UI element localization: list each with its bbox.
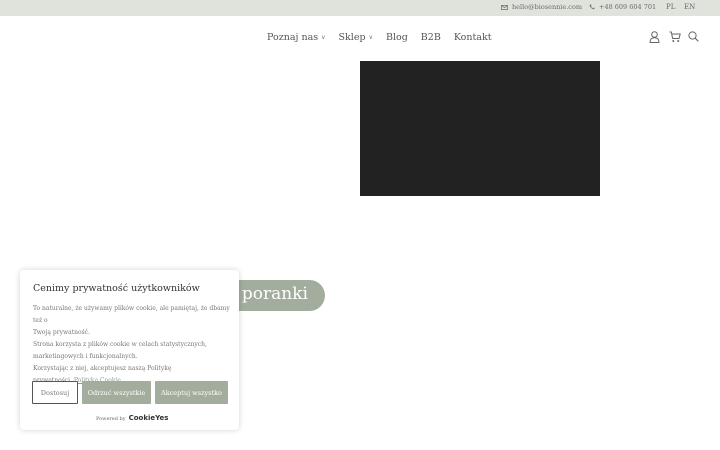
phone-text: +48 609 604 701 [599,3,657,11]
nav-item-label: B2B [420,32,441,43]
language-en[interactable]: EN [684,3,695,11]
user-icon[interactable] [649,31,660,43]
reject-all-button[interactable]: Odrzuć wszystkie [82,381,151,404]
cart-icon[interactable] [669,31,681,43]
nav-item-label: Kontakt [453,32,492,43]
cookie-body-line: Strona korzysta z plików cookie w celach… [33,341,207,348]
nav-item-label: Poznaj nas [267,32,319,43]
nav-item-b2b[interactable]: B2B [421,32,441,43]
main-navigation: Poznaj nas ∨ Sklep ∨ Blog B2B Kontakt [0,16,720,61]
cookie-consent-banner: Cenimy prywatność użytkowników To natura… [20,270,239,430]
envelope-icon [501,4,508,10]
language-pl[interactable]: PL [666,3,675,11]
hero-video[interactable] [360,61,600,196]
cookie-title: Cenimy prywatność użytkowników [33,283,200,294]
top-bar: hello@biosennie.com +48 609 604 701 PL E… [0,0,720,16]
accept-all-button[interactable]: Akceptuj wszystko [155,381,228,404]
nav-item-poznaj-nas[interactable]: Poznaj nas ∨ [267,32,326,43]
nav-menu: Poznaj nas ∨ Sklep ∨ Blog B2B Kontakt [267,32,492,43]
powered-by[interactable]: Powered by CookieYes [96,414,168,422]
nav-item-label: Blog [385,32,408,43]
cookie-body-line: Twoją prywatność. [33,329,90,336]
cookie-body-line: marketingowych i funkcjonalnych. [33,353,138,360]
chevron-down-icon: ∨ [368,34,373,41]
nav-item-label: Sklep [338,32,366,43]
phone-icon [589,4,595,10]
email-contact[interactable]: hello@biosennie.com [501,3,582,11]
email-text: hello@biosennie.com [512,3,583,11]
phone-contact[interactable]: +48 609 604 701 [589,3,656,11]
search-icon[interactable] [688,31,699,42]
nav-item-sklep[interactable]: Sklep ∨ [339,32,373,43]
cookie-body: To naturalne, że używamy plików cookie, … [33,303,231,387]
cookieyes-logo: CookieYes [128,414,169,422]
cookie-body-line: Korzystając z niej, akceptujesz naszą Po… [33,365,172,372]
powered-by-label: Powered by [96,416,126,422]
chevron-down-icon: ∨ [321,34,326,41]
customize-button[interactable]: Dostosuj [32,381,78,404]
cookie-body-line: To naturalne, że używamy plików cookie, … [33,305,230,324]
nav-item-blog[interactable]: Blog [386,32,408,43]
nav-item-kontakt[interactable]: Kontakt [454,32,492,43]
